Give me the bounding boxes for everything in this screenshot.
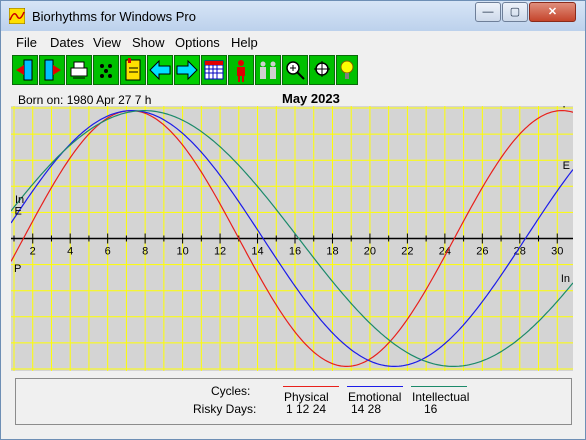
x-tick-label: 16 — [289, 246, 301, 258]
physical-risky-days: 1 12 24 — [286, 402, 327, 416]
intellectual-risky-days: 16 — [424, 402, 438, 416]
series-label-left: P — [14, 263, 21, 275]
birth-info: Born on: 1980 Apr 27 7 h — [18, 93, 152, 107]
random-button[interactable] — [93, 55, 119, 85]
legend-panel: Cycles: Risky Days: Physical 1 12 24 Emo… — [15, 378, 572, 425]
couple-button[interactable] — [255, 55, 281, 85]
series-label-left: E — [15, 205, 22, 217]
couple-icon — [260, 61, 276, 79]
menu-help[interactable]: Help — [231, 35, 258, 50]
x-tick-label: 4 — [67, 246, 73, 258]
dice-icon — [100, 64, 112, 78]
series-label-right: E — [563, 160, 570, 172]
zoom-out-button[interactable] — [309, 55, 335, 85]
calendar-button[interactable] — [201, 55, 227, 85]
x-tick-label: 10 — [176, 246, 188, 258]
back-date-button[interactable] — [12, 55, 38, 85]
back-date-icon — [16, 59, 33, 81]
emotional-legend-line — [347, 386, 403, 387]
physical-legend-line — [283, 386, 339, 387]
app-icon — [9, 8, 25, 24]
menu-options[interactable]: Options — [175, 35, 220, 50]
x-tick-label: 22 — [401, 246, 413, 258]
forward-date-button[interactable] — [39, 55, 65, 85]
print-icon — [70, 61, 88, 79]
biorhythm-chart: 24681012141618202224262830PPEEInIn — [11, 106, 573, 371]
intellectual-legend-line — [411, 386, 467, 387]
chart-svg: 24681012141618202224262830PPEEInIn — [11, 106, 573, 371]
x-tick-label: 8 — [142, 246, 148, 258]
x-tick-label: 6 — [105, 246, 111, 258]
calendar-note-icon — [125, 58, 141, 81]
series-label-left: In — [15, 194, 24, 206]
x-tick-label: 14 — [251, 246, 263, 258]
cycles-label: Cycles: — [211, 384, 251, 398]
toolbar — [12, 55, 358, 87]
app-window: Biorhythms for Windows Pro — ▢ ✕ File Da… — [0, 0, 586, 440]
close-button[interactable]: ✕ — [529, 2, 576, 22]
emotional-risky-days: 14 28 — [351, 402, 382, 416]
arrow-left-icon — [149, 59, 171, 81]
person-icon — [237, 60, 245, 82]
print-button[interactable] — [66, 55, 92, 85]
minimize-button[interactable]: — — [475, 2, 501, 22]
calendar-note-button[interactable] — [120, 55, 146, 85]
menu-view[interactable]: View — [93, 35, 121, 50]
person-button[interactable] — [228, 55, 254, 85]
menu-file[interactable]: File — [16, 35, 37, 50]
series-label-right: P — [563, 106, 570, 111]
chart-month: May 2023 — [282, 91, 340, 106]
tips-button[interactable] — [336, 55, 358, 85]
zoom-in-icon — [286, 61, 305, 80]
menu-show[interactable]: Show — [132, 35, 165, 50]
arrow-right-icon — [176, 59, 198, 81]
x-tick-label: 20 — [364, 246, 376, 258]
x-tick-label: 30 — [551, 246, 563, 258]
title-bar[interactable]: Biorhythms for Windows Pro — ▢ ✕ — [1, 1, 585, 31]
forward-date-icon — [44, 59, 61, 81]
x-tick-label: 18 — [326, 246, 338, 258]
zoom-out-icon — [314, 61, 330, 77]
zoom-in-button[interactable] — [282, 55, 308, 85]
lightbulb-icon — [340, 60, 354, 79]
next-button[interactable] — [174, 55, 200, 85]
prev-button[interactable] — [147, 55, 173, 85]
maximize-button[interactable]: ▢ — [502, 2, 528, 22]
x-tick-label: 26 — [476, 246, 488, 258]
menu-dates[interactable]: Dates — [50, 35, 84, 50]
menu-bar: File Dates View Show Options Help — [1, 31, 585, 53]
intellectual-legend-label: Intellectual — [412, 390, 470, 404]
grid-calendar-icon — [204, 60, 224, 80]
series-label-right: In — [561, 273, 570, 285]
risky-days-label: Risky Days: — [193, 402, 257, 416]
window-title: Biorhythms for Windows Pro — [32, 9, 196, 24]
x-tick-label: 12 — [214, 246, 226, 258]
x-tick-label: 2 — [30, 246, 36, 258]
